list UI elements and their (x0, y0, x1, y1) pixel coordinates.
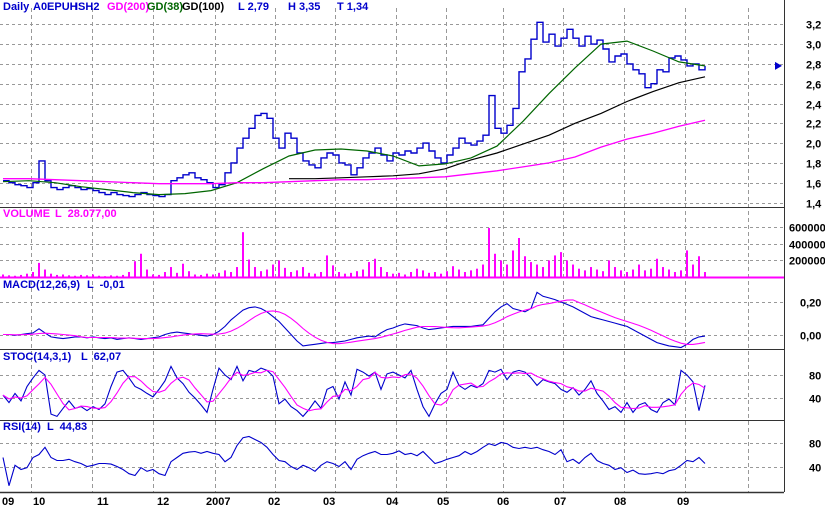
volume-panel-value: L 28.077,00 (55, 208, 117, 220)
symbol-label: A0EPUH (33, 1, 78, 13)
price-tick-label: 3,0 (806, 40, 821, 52)
price-tick-label: 2,6 (806, 80, 821, 92)
stoc-tick-label: 40 (809, 394, 821, 406)
axis-tick-labels: 3,2 3,0 2,8 2,6 2,4 2,2 2,0 1,8 1,6 1,4 600000 4000… (789, 20, 825, 475)
x-axis-label: 2007 (206, 496, 230, 508)
macd-signal-line (3, 299, 706, 345)
gd100-legend: GD(100) (182, 1, 225, 13)
rsi-panel-value: L 44,83 (47, 421, 88, 433)
volume-tick-label: 600000 (789, 223, 825, 235)
price-tick-label: 1,6 (806, 179, 821, 191)
high-value-label: H 3,35 (288, 1, 321, 13)
volume-tick-label: 400000 (789, 240, 825, 252)
price-tick-label: 2,4 (806, 100, 822, 112)
volume-tick-label: 200000 (789, 256, 825, 268)
x-axis-label: 06 (497, 496, 509, 508)
price-tick-label: 2,8 (806, 60, 821, 72)
price-tick-label: 2,2 (806, 119, 821, 131)
gd200-legend: GD(200) (107, 1, 150, 13)
price-tick-label: 3,2 (806, 20, 821, 32)
gd38-legend: GD(38) (147, 1, 184, 13)
stoc-tick-label: 80 (809, 371, 821, 383)
x-axis-label: 03 (323, 496, 335, 508)
x-axis-label: 09 (2, 496, 14, 508)
stoc-panel-value: L 62,07 (81, 351, 122, 363)
macd-tick-label: 0,00 (800, 331, 821, 343)
panel-separators (0, 0, 785, 494)
x-axis-label: 11 (97, 496, 109, 508)
low-value-label: T 1,34 (337, 1, 369, 13)
macd-panel-value: L -0,01 (87, 279, 125, 291)
vertical-gridlines (31, 8, 749, 492)
macd-tick-label: 0,20 (800, 298, 821, 310)
x-axis-label: 04 (386, 496, 399, 508)
x-axis-label: 10 (33, 496, 45, 508)
macd-panel-title: MACD(12,26,9) (3, 279, 81, 291)
stoc-signal-line (2, 369, 706, 412)
stoc-panel-title: STOC(14,3,1) (3, 351, 72, 363)
x-axis-label: 05 (437, 496, 449, 508)
rsi-tick-label: 80 (809, 439, 821, 451)
chart-canvas[interactable]: 3,2 3,0 2,8 2,6 2,4 2,2 2,0 1,8 1,6 1,4 600000 4000… (0, 0, 825, 510)
x-axis-label: 09 (677, 496, 689, 508)
x-axis-labels: 09 10 11 12 2007 02 03 04 05 06 07 08 09 (2, 496, 689, 508)
price-close-line (3, 21, 706, 198)
x-axis-label: 08 (614, 496, 626, 508)
last-value-label: L 2,79 (238, 1, 269, 13)
price-tick-label: 1,4 (806, 199, 822, 211)
chart-window: 3,2 3,0 2,8 2,6 2,4 2,2 2,0 1,8 1,6 1,4 600000 4000… (0, 0, 825, 510)
price-tick-label: 2,0 (806, 139, 821, 151)
stoc-stochastic-line (2, 365, 706, 418)
last-price-marker-icon (775, 61, 782, 70)
rsi-panel-title: RSI(14) (3, 421, 41, 433)
volume-bars (2, 228, 706, 277)
x-axis-label: 12 (157, 496, 169, 508)
x-axis-label: 07 (554, 496, 566, 508)
price-tick-label: 1,8 (806, 159, 821, 171)
macd-macd-line (3, 291, 706, 349)
exchange-label: ISH2 (75, 1, 100, 13)
rsi-tick-label: 40 (809, 463, 821, 475)
volume-panel-title: VOLUME (3, 208, 51, 220)
x-axis-label: 02 (268, 496, 280, 508)
timeframe-label: Daily (3, 1, 30, 13)
